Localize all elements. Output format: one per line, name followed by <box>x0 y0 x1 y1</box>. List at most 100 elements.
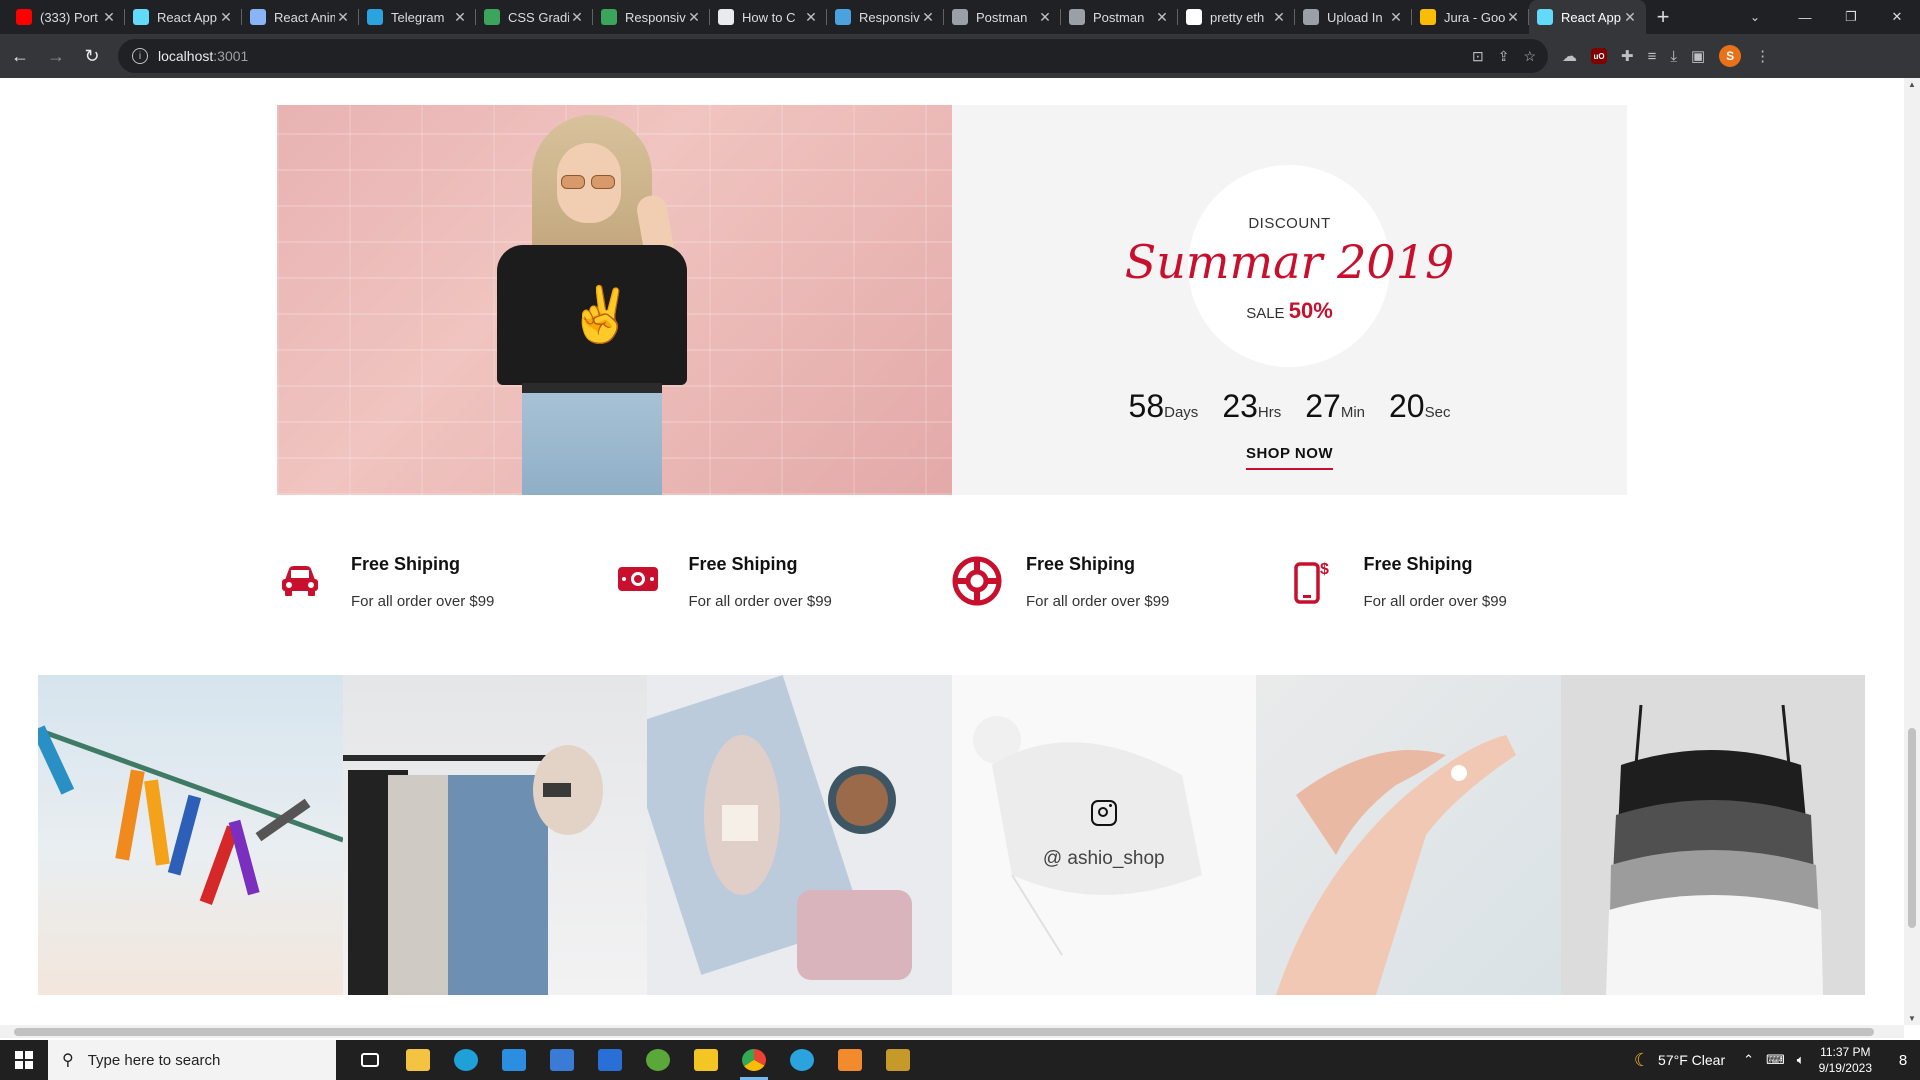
browser-tab[interactable]: Telegram ✕ <box>359 0 476 34</box>
ublock-icon[interactable]: uO <box>1591 48 1607 64</box>
horizontal-scrollbar[interactable] <box>0 1025 1904 1038</box>
tab-search-icon[interactable]: ⌄ <box>1738 0 1772 34</box>
scroll-down-icon[interactable]: ▼ <box>1904 1014 1920 1023</box>
react-icon <box>133 9 149 25</box>
browser-tab[interactable]: React App ✕ <box>1529 0 1646 34</box>
task-view-icon[interactable] <box>346 1040 394 1080</box>
extension-cloud-icon[interactable]: ☁ <box>1562 47 1577 65</box>
gallery-tile-clothing-rack[interactable] <box>342 675 647 995</box>
new-tab-icon[interactable]: + <box>1646 4 1680 30</box>
reload-icon[interactable]: ↻ <box>76 40 108 72</box>
close-tab-icon[interactable]: ✕ <box>1037 9 1053 26</box>
instagram-handle[interactable]: @ ashio_shop <box>1043 848 1165 870</box>
address-bar[interactable]: i localhost:3001 ⊡ ⇪ ☆ <box>118 39 1548 73</box>
minimize-icon[interactable]: — <box>1782 0 1828 34</box>
site-info-icon[interactable]: i <box>132 48 148 64</box>
horizontal-scroll-thumb[interactable] <box>14 1028 1874 1036</box>
browser-tab-bar: (333) Port ✕ React App ✕ React Anim ✕ Telegram… <box>0 0 1920 34</box>
mail-icon[interactable] <box>586 1040 634 1080</box>
postman-icon <box>952 9 968 25</box>
game-icon[interactable] <box>874 1040 922 1080</box>
telegram-taskbar-icon[interactable] <box>778 1040 826 1080</box>
browser-tab[interactable]: Responsiv ✕ <box>827 0 944 34</box>
close-tab-icon[interactable]: ✕ <box>335 9 351 26</box>
close-tab-icon[interactable]: ✕ <box>1622 9 1638 26</box>
notification-count: 8 <box>1898 1051 1908 1069</box>
browser-tab[interactable]: (333) Port ✕ <box>8 0 125 34</box>
tab-title: React App <box>1561 9 1621 25</box>
close-tab-icon[interactable]: ✕ <box>218 9 234 26</box>
volume-icon[interactable]: 🔈︎ <box>1797 1052 1805 1068</box>
file-explorer-icon[interactable] <box>394 1040 442 1080</box>
restore-icon[interactable]: ❐ <box>1828 0 1874 34</box>
mobile-payment-icon: $ <box>1290 556 1340 606</box>
close-tab-icon[interactable]: ✕ <box>920 9 936 26</box>
close-tab-icon[interactable]: ✕ <box>569 9 585 26</box>
google-icon <box>1186 9 1202 25</box>
profile-avatar[interactable]: S <box>1719 45 1742 67</box>
player-icon[interactable] <box>682 1040 730 1080</box>
browser-tab[interactable]: Postman ✕ <box>944 0 1061 34</box>
windows-taskbar: ⚲ Type here to search ☾ 57°F Clear ⌃ ⌨ 🔈… <box>0 1040 1920 1080</box>
browser-tab[interactable]: Upload In ✕ <box>1295 0 1412 34</box>
tab-title: Postman <box>976 9 1028 25</box>
countdown-unit: Days <box>1164 404 1199 421</box>
model-figure: ✌ <box>477 115 707 495</box>
close-tab-icon[interactable]: ✕ <box>686 9 702 26</box>
close-tab-icon[interactable]: ✕ <box>101 9 117 26</box>
browser-tab[interactable]: React App ✕ <box>125 0 242 34</box>
back-icon[interactable]: ← <box>4 40 36 72</box>
close-tab-icon[interactable]: ✕ <box>1154 9 1170 26</box>
notification-center-icon[interactable]: 8 <box>1886 1052 1920 1069</box>
gallery-tile-denim-yarn[interactable] <box>647 675 952 995</box>
gallery-tile-instagram[interactable]: @ ashio_shop <box>951 675 1256 995</box>
extensions-puzzle-icon[interactable]: ✚ <box>1621 47 1634 65</box>
tab-title: React App <box>157 9 217 25</box>
chrome-icon[interactable] <box>730 1040 778 1080</box>
close-tab-icon[interactable]: ✕ <box>803 9 819 26</box>
feature-title: Free Shiping <box>351 554 461 574</box>
gallery-tile-clothespins[interactable] <box>38 675 343 995</box>
taskbar-search[interactable]: ⚲ Type here to search <box>48 1040 336 1080</box>
system-tray: ☾ 57°F Clear ⌃ ⌨ 🔈︎ 11:37 PM 9/19/2023 8 <box>1634 1040 1920 1080</box>
feature-item: Free Shiping For all order over $99 <box>615 548 953 628</box>
clock[interactable]: 11:37 PM 9/19/2023 <box>1819 1044 1872 1076</box>
start-button[interactable] <box>0 1040 48 1080</box>
browser-tab[interactable]: CSS Gradi ✕ <box>476 0 593 34</box>
browser-tab[interactable]: React Anim ✕ <box>242 0 359 34</box>
install-app-icon[interactable]: ⊡ <box>1472 48 1484 65</box>
downloads-icon[interactable]: ⤓ <box>1670 48 1677 65</box>
close-tab-icon[interactable]: ✕ <box>1271 9 1287 26</box>
vertical-scrollbar[interactable]: ▲ ▼ <box>1904 78 1920 1025</box>
media-control-icon[interactable]: ≡ <box>1648 48 1657 65</box>
close-window-icon[interactable]: ✕ <box>1874 0 1920 34</box>
chrome-menu-icon[interactable]: ⋮ <box>1755 47 1770 65</box>
media-player-icon[interactable] <box>826 1040 874 1080</box>
w-icon <box>601 9 617 25</box>
weather-widget[interactable]: ☾ 57°F Clear <box>1634 1050 1725 1071</box>
forward-icon[interactable]: → <box>40 40 72 72</box>
share-icon[interactable]: ⇪ <box>1498 48 1510 65</box>
bookmark-star-icon[interactable]: ☆ <box>1523 48 1536 65</box>
vertical-scroll-thumb[interactable] <box>1908 728 1916 928</box>
scroll-up-icon[interactable]: ▲ <box>1904 80 1920 89</box>
gallery-tile-camisoles[interactable] <box>1560 675 1865 995</box>
side-panel-icon[interactable]: ▣ <box>1691 47 1705 65</box>
vscode-icon[interactable] <box>490 1040 538 1080</box>
browser-tab[interactable]: Postman ✕ <box>1061 0 1178 34</box>
browser-tab[interactable]: pretty eth ✕ <box>1178 0 1295 34</box>
close-tab-icon[interactable]: ✕ <box>1388 9 1404 26</box>
browser-tab[interactable]: Jura - Goo ✕ <box>1412 0 1529 34</box>
weather-text: 57°F Clear <box>1658 1052 1726 1068</box>
close-tab-icon[interactable]: ✕ <box>452 9 468 26</box>
close-tab-icon[interactable]: ✕ <box>1505 9 1521 26</box>
browser-tab[interactable]: Responsiv ✕ <box>593 0 710 34</box>
edge-icon[interactable] <box>442 1040 490 1080</box>
chevron-up-icon[interactable]: ⌃ <box>1743 1052 1754 1068</box>
shop-now-button[interactable]: SHOP NOW <box>1245 445 1334 470</box>
store-icon[interactable] <box>538 1040 586 1080</box>
network-icon[interactable]: ⌨ <box>1766 1052 1785 1068</box>
photos-icon[interactable] <box>634 1040 682 1080</box>
browser-tab[interactable]: How to C ✕ <box>710 0 827 34</box>
gallery-tile-hand-lotion[interactable] <box>1256 675 1561 995</box>
